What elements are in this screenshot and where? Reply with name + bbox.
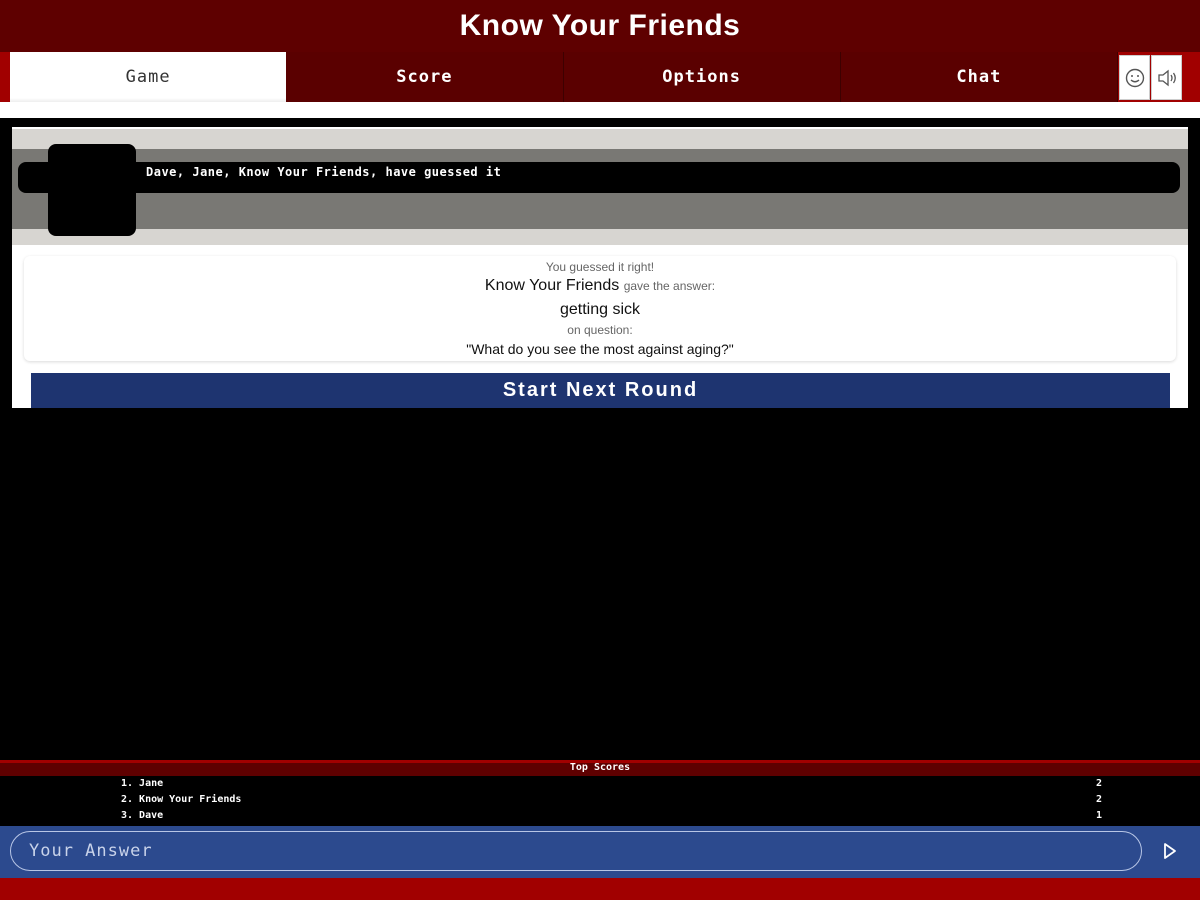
guess-banner: Dave, Jane, Know Your Friends, have gues…: [12, 129, 1188, 245]
tabs: Game Score Options Chat: [10, 52, 1118, 102]
answer-input[interactable]: [10, 831, 1142, 871]
smiley-icon: [1125, 68, 1144, 87]
score-row: 1. Jane 2: [0, 776, 1200, 792]
score-value: 1: [1096, 810, 1103, 821]
avatar: [48, 144, 136, 236]
score-row: 3. Dave 1: [0, 808, 1200, 824]
tab-bar: Game Score Options Chat: [0, 52, 1200, 118]
tab-chat[interactable]: Chat: [840, 52, 1118, 102]
gave-answer-text: gave the answer:: [623, 279, 716, 293]
score-value: 2: [1096, 778, 1103, 789]
app-header: Know Your Friends: [0, 0, 1200, 52]
footer-bar: [0, 878, 1200, 900]
app-title: Know Your Friends: [459, 9, 741, 42]
top-scores-title: Top Scores: [0, 760, 1200, 776]
tab-score[interactable]: Score: [286, 52, 564, 102]
answer-text: getting sick: [559, 301, 641, 318]
game-panel: Dave, Jane, Know Your Friends, have gues…: [12, 127, 1188, 408]
answerer-name: Know Your Friends: [484, 277, 620, 294]
score-name: 1. Jane: [121, 778, 164, 789]
send-button[interactable]: [1152, 831, 1188, 871]
tab-game[interactable]: Game: [10, 52, 287, 102]
score-name: 3. Dave: [121, 810, 164, 821]
tab-options[interactable]: Options: [563, 52, 841, 102]
score-name: 2. Know Your Friends: [121, 794, 242, 805]
on-question-text: on question:: [567, 323, 633, 337]
speaker-icon: [1157, 69, 1176, 86]
question-text: "What do you see the most against aging?…: [466, 341, 734, 357]
answerer-line: Know Your Friends gave the answer:: [24, 277, 1176, 295]
start-next-round-button[interactable]: Start Next Round: [31, 373, 1170, 408]
score-row: 2. Know Your Friends 2: [0, 792, 1200, 808]
result-status: You guessed it right!: [545, 260, 655, 274]
answer-bar: [0, 826, 1200, 878]
result-card: You guessed it right! Know Your Friends …: [24, 256, 1176, 361]
score-value: 2: [1096, 794, 1103, 805]
sound-button[interactable]: [1151, 55, 1182, 100]
guessed-message: Dave, Jane, Know Your Friends, have gues…: [146, 165, 502, 179]
play-icon: [1164, 843, 1176, 859]
emoji-button[interactable]: [1119, 55, 1150, 100]
